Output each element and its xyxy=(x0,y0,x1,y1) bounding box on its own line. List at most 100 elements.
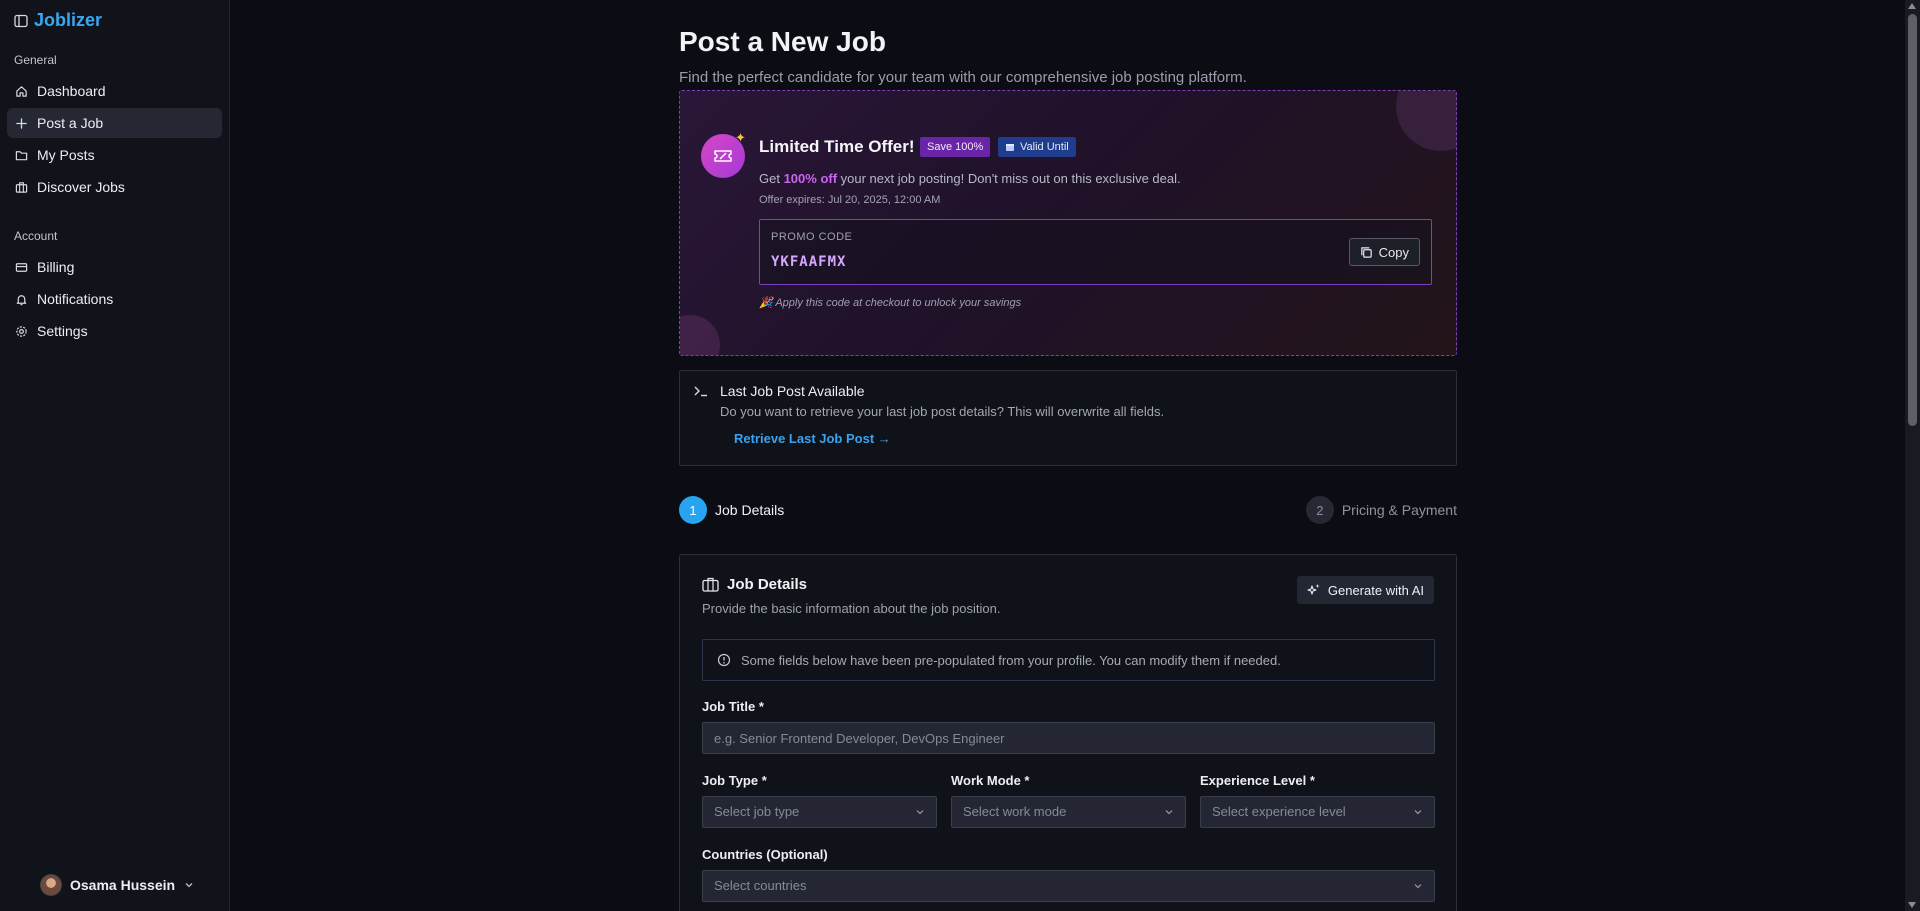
job-details-card: Job Details Provide the basic informatio… xyxy=(679,554,1457,911)
bell-icon xyxy=(15,293,28,306)
building-icon xyxy=(15,181,28,194)
avatar xyxy=(40,874,62,896)
sidebar-item-notifications[interactable]: Notifications xyxy=(7,284,222,314)
generate-with-ai-label: Generate with AI xyxy=(1327,582,1424,598)
nav-heading-general: General xyxy=(14,53,57,67)
step-pricing-payment[interactable]: 2 Pricing & Payment xyxy=(1305,496,1457,524)
sparkle-icon: ✦ xyxy=(735,130,746,145)
promo-code-box: PROMO CODE YKFAAFMX Copy xyxy=(759,219,1432,285)
chevron-down-icon xyxy=(1164,807,1174,817)
prefill-notice: Some fields below have been pre-populate… xyxy=(702,639,1435,681)
sidebar-item-label: Settings xyxy=(37,323,88,339)
step-number: 1 xyxy=(679,496,707,524)
nav-general: General Dashboard Post a Job My Posts Di… xyxy=(7,50,222,204)
gear-icon xyxy=(15,325,28,338)
sparkles-icon xyxy=(1307,583,1321,597)
sidebar-item-label: Billing xyxy=(37,259,75,275)
sidebar-item-settings[interactable]: Settings xyxy=(7,316,222,346)
home-icon xyxy=(15,85,28,98)
scroll-up-arrow-icon[interactable] xyxy=(1908,3,1916,9)
retrieve-last-job-post-link[interactable]: Retrieve Last Job Post → xyxy=(734,431,891,446)
job-type-placeholder: Select job type xyxy=(714,804,800,819)
valid-until-badge: Valid Until xyxy=(998,137,1076,157)
job-type-select[interactable]: Select job type xyxy=(702,796,937,828)
last-post-title: Last Job Post Available xyxy=(720,383,865,399)
job-type-label: Job Type * xyxy=(702,773,767,788)
terminal-icon xyxy=(694,385,708,397)
stepper: 1 Job Details 2 Pricing & Payment xyxy=(679,496,1457,524)
offer-desc-suffix: your next job posting! Don't miss out on… xyxy=(837,171,1181,186)
work-mode-placeholder: Select work mode xyxy=(963,804,1067,819)
sidebar-item-label: My Posts xyxy=(37,147,95,163)
promo-code-label: PROMO CODE xyxy=(771,231,853,243)
save-badge: Save 100% xyxy=(920,137,991,157)
sidebar-item-my-posts[interactable]: My Posts xyxy=(7,140,222,170)
work-mode-select[interactable]: Select work mode xyxy=(951,796,1186,828)
countries-select[interactable]: Select countries xyxy=(702,870,1435,902)
decorative-circle xyxy=(1396,91,1456,151)
sidebar-item-label: Dashboard xyxy=(37,83,106,99)
credit-card-icon xyxy=(15,261,28,274)
sidebar: Joblizer General Dashboard Post a Job My… xyxy=(0,0,230,911)
user-menu[interactable]: Osama Hussein xyxy=(40,874,195,896)
page-title: Post a New Job xyxy=(679,26,886,57)
brand-name[interactable]: Joblizer xyxy=(34,10,102,31)
sidebar-item-discover-jobs[interactable]: Discover Jobs xyxy=(7,172,222,202)
countries-placeholder: Select countries xyxy=(714,878,807,893)
step-job-details[interactable]: 1 Job Details xyxy=(679,496,784,524)
step-number: 2 xyxy=(1305,496,1334,524)
offer-expires: Offer expires: Jul 20, 2025, 12:00 AM xyxy=(759,194,941,206)
offer-hint: 🎉 Apply this code at checkout to unlock … xyxy=(759,297,1022,309)
nav-heading-account: Account xyxy=(14,229,58,243)
sidebar-item-label: Notifications xyxy=(37,291,114,307)
limited-offer-card: ✦ Limited Time Offer! Save 100% Valid Un… xyxy=(679,90,1457,356)
sidebar-item-label: Discover Jobs xyxy=(37,179,125,195)
last-post-description: Do you want to retrieve your last job po… xyxy=(720,404,1165,419)
promo-code-value[interactable]: YKFAAFMX xyxy=(771,254,846,270)
job-title-input[interactable] xyxy=(702,722,1435,754)
chevron-down-icon xyxy=(183,879,195,891)
experience-level-placeholder: Select experience level xyxy=(1212,804,1346,819)
page-subtitle: Find the perfect candidate for your team… xyxy=(679,69,1247,86)
folder-icon xyxy=(15,149,28,162)
scroll-down-arrow-icon[interactable] xyxy=(1908,902,1916,908)
experience-level-label: Experience Level * xyxy=(1200,773,1315,788)
page-scrollbar[interactable] xyxy=(1905,0,1920,911)
step-label: Pricing & Payment xyxy=(1341,502,1457,518)
experience-level-select[interactable]: Select experience level xyxy=(1200,796,1435,828)
valid-until-label: Valid Until xyxy=(1020,141,1069,153)
countries-label: Countries (Optional) xyxy=(702,847,828,862)
copy-icon xyxy=(1360,246,1373,259)
chevron-down-icon xyxy=(1413,881,1423,891)
job-title-label: Job Title * xyxy=(702,699,764,714)
generate-with-ai-button[interactable]: Generate with AI xyxy=(1296,576,1434,604)
offer-title: Limited Time Offer! xyxy=(759,137,915,156)
chevron-down-icon xyxy=(1413,807,1423,817)
plus-icon xyxy=(15,117,28,130)
job-details-subtitle: Provide the basic information about the … xyxy=(702,601,1001,616)
prefill-notice-text: Some fields below have been pre-populate… xyxy=(741,652,1281,668)
user-name: Osama Hussein xyxy=(70,877,176,893)
sidebar-item-dashboard[interactable]: Dashboard xyxy=(7,76,222,106)
step-label: Job Details xyxy=(715,502,785,518)
sidebar-item-post-a-job[interactable]: Post a Job xyxy=(7,108,222,138)
decorative-circle xyxy=(680,315,720,355)
nav-account: Account Billing Notifications Settings xyxy=(7,226,222,348)
job-details-title: Job Details xyxy=(727,576,808,593)
scroll-thumb[interactable] xyxy=(1908,14,1917,426)
offer-desc-highlight: 100% off xyxy=(783,171,838,186)
sidebar-item-label: Post a Job xyxy=(37,115,104,131)
info-circle-icon xyxy=(717,653,731,667)
work-mode-label: Work Mode * xyxy=(951,773,1030,788)
offer-desc-prefix: Get xyxy=(759,171,784,186)
offer-description: Get 100% off your next job posting! Don'… xyxy=(759,171,1181,186)
copy-button[interactable]: Copy xyxy=(1348,238,1420,266)
chevron-down-icon xyxy=(915,807,925,817)
last-job-post-card: Last Job Post Available Do you want to r… xyxy=(679,370,1457,466)
brand[interactable]: Joblizer xyxy=(14,10,102,31)
copy-label: Copy xyxy=(1378,244,1409,260)
briefcase-icon xyxy=(702,577,719,592)
sidebar-toggle-icon[interactable] xyxy=(14,14,28,28)
calendar-icon xyxy=(1005,142,1015,152)
sidebar-item-billing[interactable]: Billing xyxy=(7,252,222,282)
